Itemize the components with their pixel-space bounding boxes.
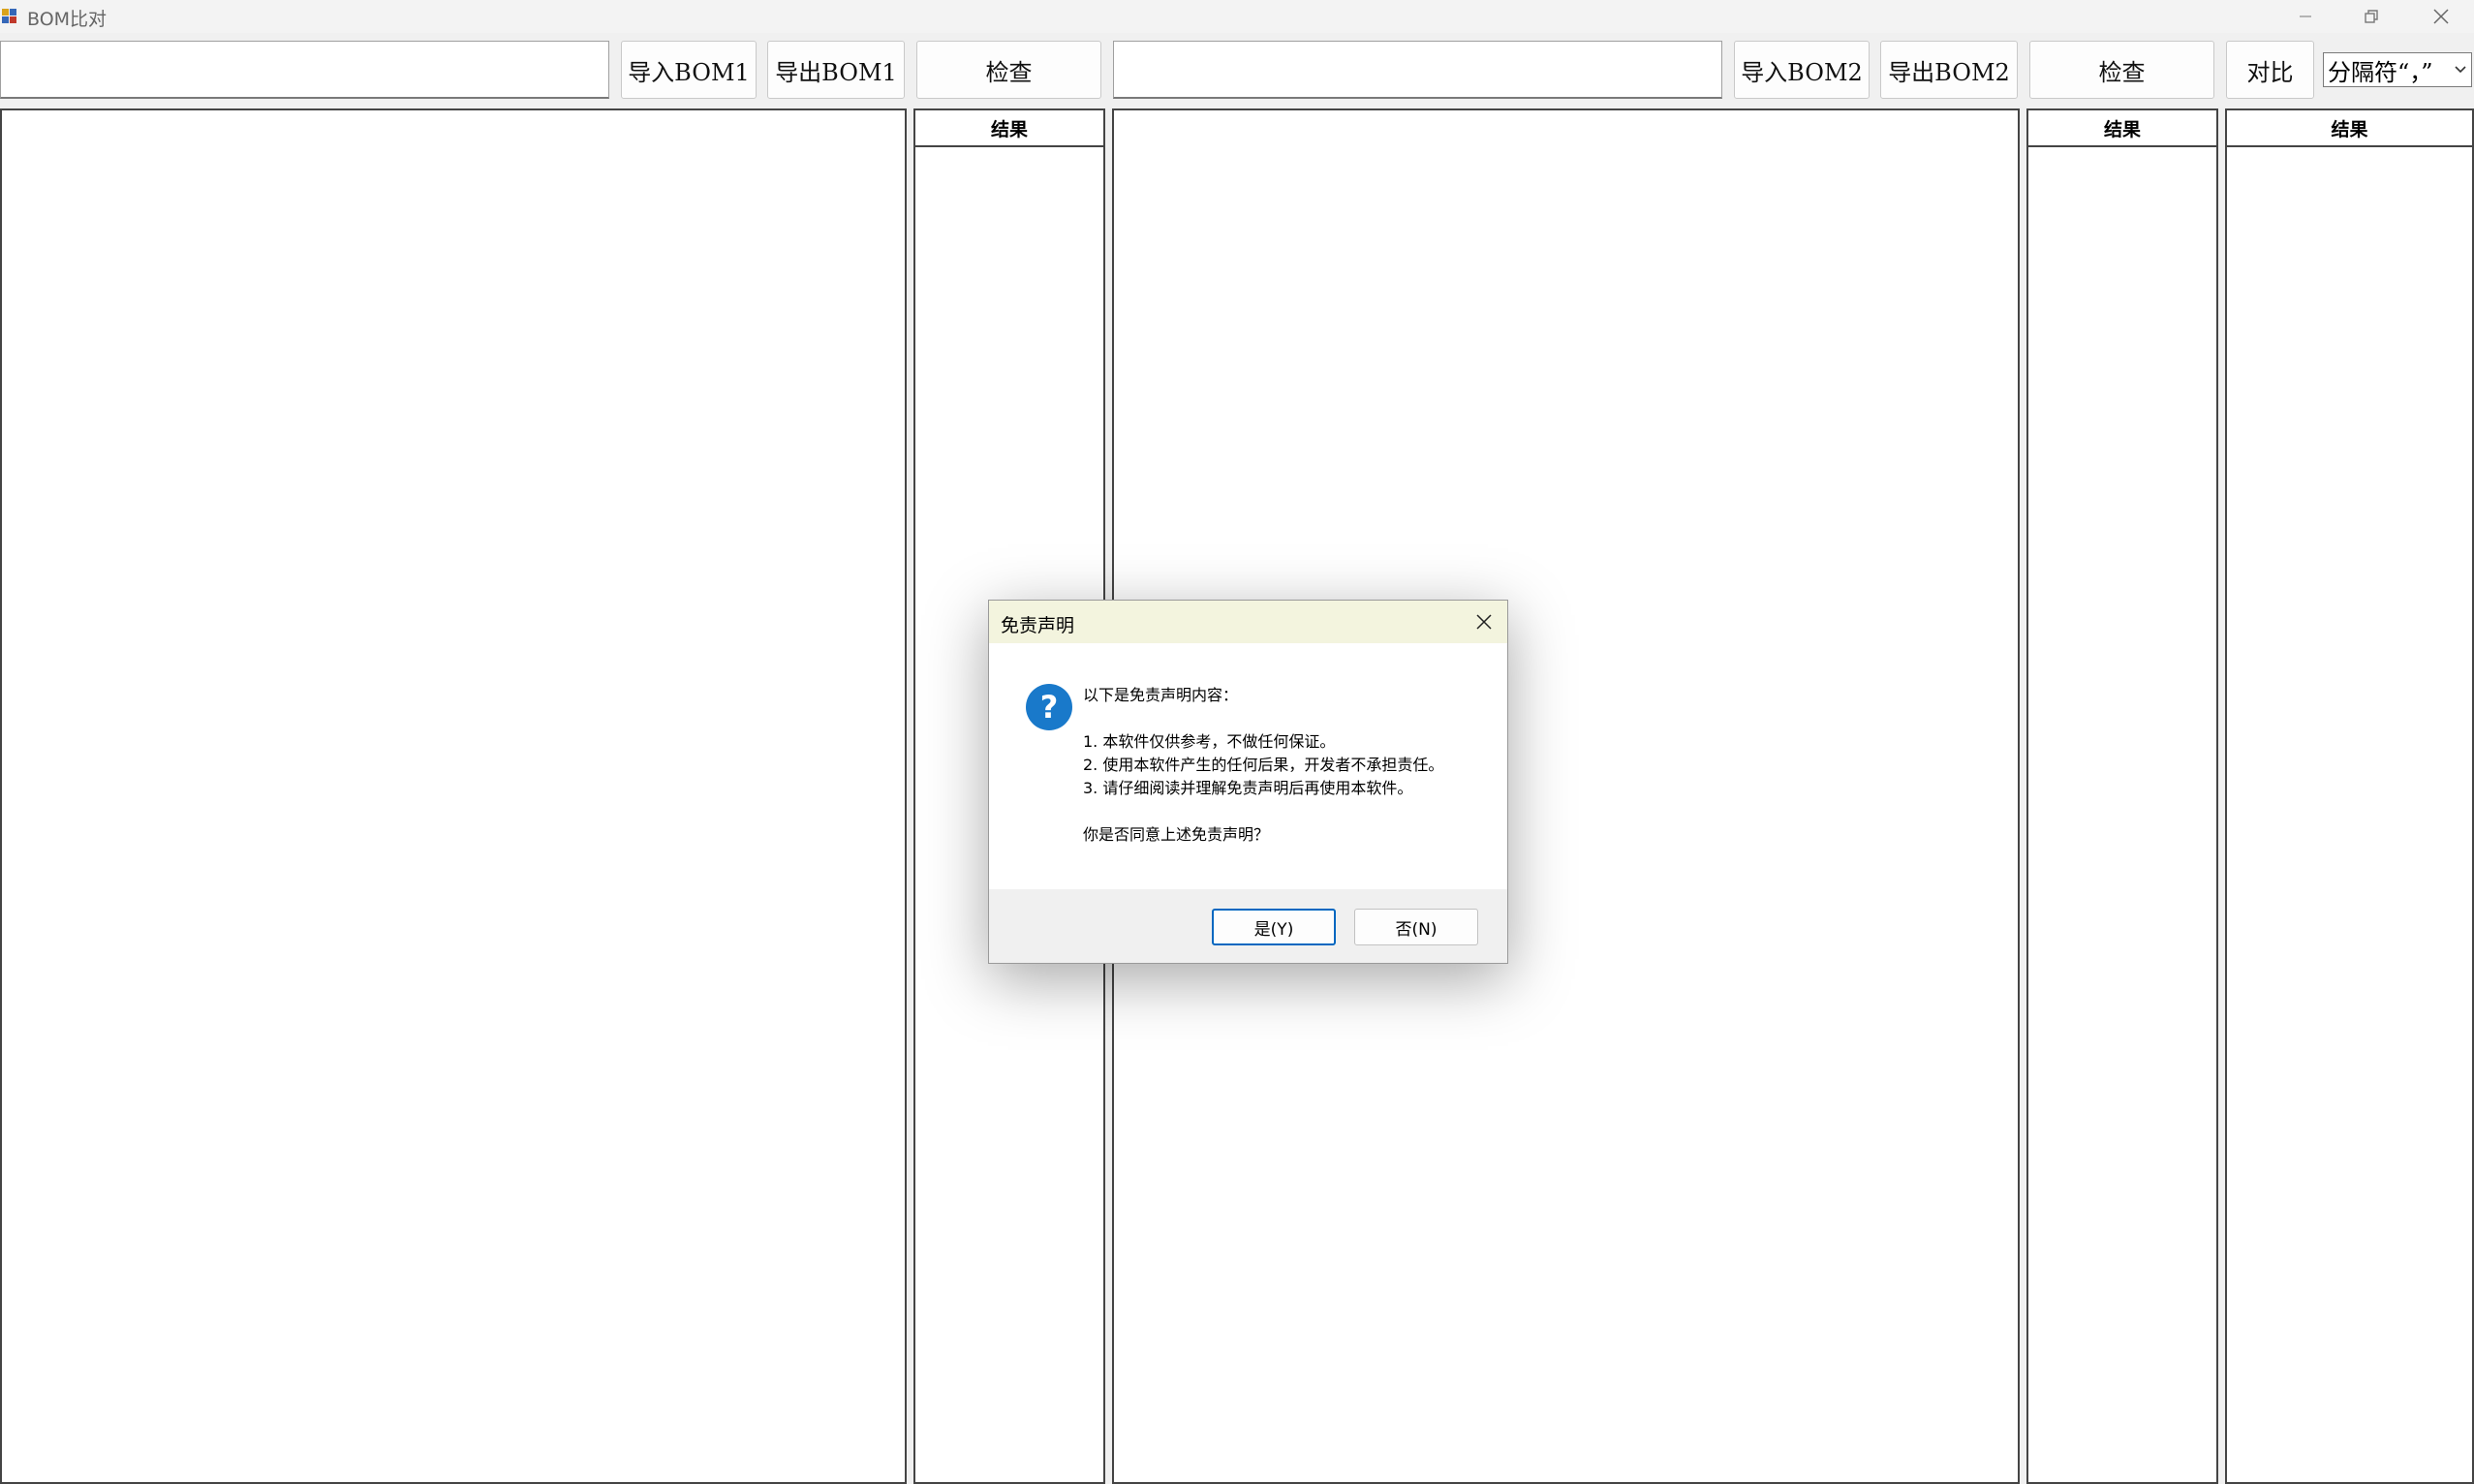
no-button[interactable]: 否(N) (1354, 909, 1478, 945)
bom1-data-panel[interactable] (0, 108, 907, 1484)
export-bom2-button[interactable]: 导出BOM2 (1880, 41, 2018, 99)
check-bom2-button[interactable]: 检查 (2029, 41, 2214, 99)
minimize-button[interactable] (2273, 0, 2338, 33)
bom2-result-panel[interactable]: 结果 (2026, 108, 2218, 1484)
disclaimer-dialog: 免责声明 ? 以下是免责声明内容： 1. 本软件仅供参考，不做任何保证。 2. … (988, 600, 1508, 964)
dialog-title: 免责声明 (1001, 615, 1075, 636)
message-line: 2. 使用本软件产生的任何后果，开发者不承担责任。 (1083, 756, 1444, 774)
app-icon (2, 9, 16, 23)
message-line: 你是否同意上述免责声明？ (1083, 825, 1270, 844)
dialog-close-icon[interactable] (1474, 612, 1494, 632)
chevron-down-icon (2455, 66, 2466, 74)
compare-result-header: 结果 (2227, 110, 2472, 147)
import-bom1-button[interactable]: 导入BOM1 (621, 41, 757, 99)
message-line: 1. 本软件仅供参考，不做任何保证。 (1083, 732, 1336, 751)
separator-selected-value: 分隔符“，” (2328, 58, 2433, 86)
yes-button[interactable]: 是(Y) (1212, 909, 1336, 945)
restore-icon (2365, 10, 2378, 23)
dialog-title-bar: 免责声明 (989, 601, 1507, 643)
dialog-message: 以下是免责声明内容： 1. 本软件仅供参考，不做任何保证。 2. 使用本软件产生… (1083, 684, 1443, 847)
minimize-icon (2300, 15, 2311, 17)
close-window-button[interactable] (2408, 0, 2474, 33)
window-title: BOM比对 (27, 9, 108, 30)
bom2-path-input[interactable] (1113, 41, 1722, 99)
dialog-body: ? 以下是免责声明内容： 1. 本软件仅供参考，不做任何保证。 2. 使用本软件… (989, 643, 1507, 891)
bom1-result-header: 结果 (915, 110, 1103, 147)
dialog-footer: 是(Y) 否(N) (989, 889, 1507, 963)
export-bom1-button[interactable]: 导出BOM1 (767, 41, 905, 99)
title-bar: BOM比对 (0, 0, 2474, 33)
question-icon: ? (1026, 684, 1072, 730)
message-line: 以下是免责声明内容： (1083, 686, 1239, 704)
bom2-result-header: 结果 (2028, 110, 2216, 147)
close-icon (2433, 9, 2449, 24)
compare-button[interactable]: 对比 (2226, 41, 2314, 99)
bom1-path-input[interactable] (0, 41, 609, 99)
message-line: 3. 请仔细阅读并理解免责声明后再使用本软件。 (1083, 779, 1413, 797)
separator-select[interactable]: 分隔符“，” (2323, 52, 2472, 87)
check-bom1-button[interactable]: 检查 (916, 41, 1101, 99)
import-bom2-button[interactable]: 导入BOM2 (1734, 41, 1870, 99)
compare-result-panel[interactable]: 结果 (2225, 108, 2474, 1484)
restore-button[interactable] (2338, 0, 2404, 33)
